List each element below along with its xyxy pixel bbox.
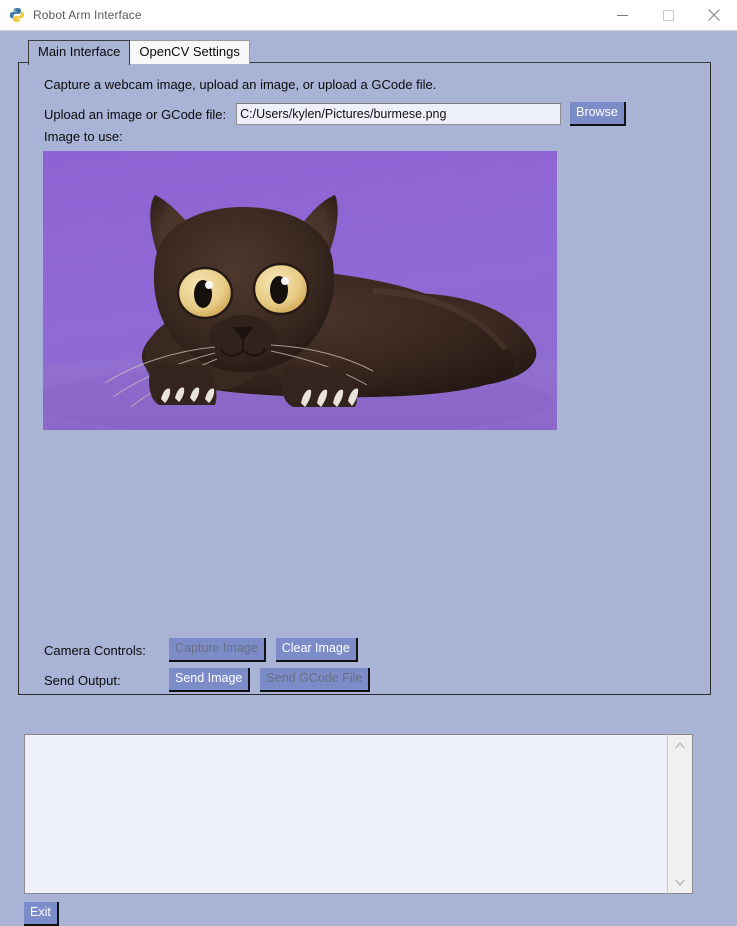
- footer: Exit: [24, 902, 59, 926]
- browse-button[interactable]: Browse: [570, 102, 626, 126]
- exit-button[interactable]: Exit: [24, 902, 59, 926]
- window-controls: [599, 0, 737, 31]
- chevron-down-icon[interactable]: [668, 873, 692, 893]
- file-path-input[interactable]: [236, 103, 562, 125]
- main-interface-panel: Capture a webcam image, upload an image,…: [18, 62, 711, 695]
- close-icon[interactable]: [691, 0, 737, 31]
- window-title: Robot Arm Interface: [33, 8, 142, 22]
- clear-image-button[interactable]: Clear Image: [275, 638, 358, 662]
- tab-opencv-settings[interactable]: OpenCV Settings: [129, 40, 250, 64]
- maximize-icon[interactable]: [645, 0, 691, 31]
- python-logo-icon: [9, 7, 25, 23]
- console-output[interactable]: [24, 734, 693, 894]
- tab-opencv-settings-label: OpenCV Settings: [139, 44, 240, 59]
- console-scrollbar[interactable]: [667, 734, 693, 894]
- console-textarea[interactable]: [25, 735, 693, 893]
- image-to-use-row: Image to use:: [44, 129, 123, 144]
- send-output-label: Send Output:: [44, 672, 121, 688]
- upload-row: Upload an image or GCode file: Browse: [44, 102, 652, 126]
- image-to-use-label: Image to use:: [44, 129, 123, 144]
- chevron-up-icon[interactable]: [668, 735, 692, 755]
- instructions-text: Capture a webcam image, upload an image,…: [44, 77, 437, 92]
- tab-main-interface[interactable]: Main Interface: [28, 40, 131, 65]
- send-image-button[interactable]: Send Image: [169, 668, 251, 692]
- title-bar: Robot Arm Interface: [0, 0, 737, 31]
- instructions-row: Capture a webcam image, upload an image,…: [44, 77, 436, 92]
- window-body: Main Interface OpenCV Settings Capture a…: [0, 31, 737, 926]
- camera-controls-label: Camera Controls:: [44, 642, 146, 658]
- send-output-row: Send Output: Send Image Send GCode File: [44, 668, 371, 692]
- upload-label: Upload an image or GCode file:: [44, 106, 227, 122]
- tab-main-interface-label: Main Interface: [38, 44, 121, 59]
- image-preview[interactable]: [43, 151, 557, 430]
- cat-photo: [43, 151, 557, 430]
- minimize-icon[interactable]: [599, 0, 645, 31]
- capture-image-button[interactable]: Capture Image: [169, 638, 266, 662]
- tab-strip: Main Interface OpenCV Settings: [28, 40, 250, 65]
- send-gcode-file-button[interactable]: Send GCode File: [260, 668, 371, 692]
- camera-controls-row: Camera Controls: Capture Image Clear Ima…: [44, 638, 358, 662]
